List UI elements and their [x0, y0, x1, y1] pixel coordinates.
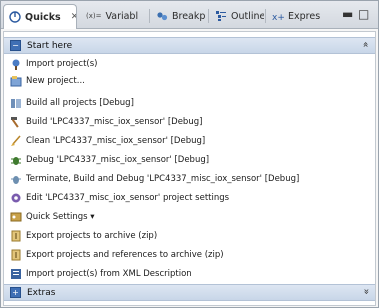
- item-label: New project...: [26, 75, 85, 86]
- item-label: Quick Settings ▾: [26, 211, 95, 222]
- build-all-link[interactable]: Build all projects [Debug]: [10, 95, 134, 110]
- minimize-icon[interactable]: ▬: [342, 7, 353, 21]
- tab-label: Variabl: [105, 10, 139, 22]
- export-icon: [10, 230, 22, 242]
- tab-outline[interactable]: Outline: [210, 4, 264, 28]
- item-label: Import project(s) from XML Description: [26, 268, 192, 279]
- quickstart-view: Quicks ✕ (x)= Variabl Breakp Outline x+ …: [0, 0, 379, 308]
- tab-breakpoints[interactable]: Breakp: [151, 4, 207, 28]
- item-label: Export projects and references to archiv…: [26, 249, 224, 260]
- tab-expressions[interactable]: x+ Expres: [267, 4, 327, 28]
- export-archive-link[interactable]: Export projects to archive (zip): [10, 228, 157, 243]
- tab-label: Outline: [231, 10, 264, 22]
- section-extras[interactable]: + Extras »: [4, 284, 375, 301]
- tab-variables[interactable]: (x)= Variabl: [81, 4, 147, 28]
- quickstart-icon: [9, 11, 21, 23]
- quickstart-panel: − Start here » Import project(s) New pro…: [3, 31, 376, 306]
- tab-label: Breakp: [172, 10, 206, 22]
- new-project-icon: [10, 75, 22, 87]
- section-start-here[interactable]: − Start here »: [4, 37, 375, 54]
- debug-project-link[interactable]: Debug 'LPC4337_misc_iox_sensor' [Debug]: [10, 152, 209, 167]
- quick-settings-link[interactable]: Quick Settings ▾: [10, 209, 95, 224]
- export-references-archive-link[interactable]: Export projects and references to archiv…: [10, 247, 224, 262]
- build-project-link[interactable]: Build 'LPC4337_misc_iox_sensor' [Debug]: [10, 114, 202, 129]
- view-tab-bar: Quicks ✕ (x)= Variabl Breakp Outline x+ …: [1, 1, 378, 29]
- bug-icon: [10, 154, 22, 166]
- item-label: Export projects to archive (zip): [26, 230, 158, 241]
- tab-label: Expres: [288, 10, 321, 22]
- variables-icon: (x)=: [86, 12, 102, 20]
- section-title: Extras: [27, 287, 56, 298]
- build-all-icon: [10, 97, 22, 109]
- item-label: Import project(s): [26, 58, 98, 69]
- double-chevron-up-icon[interactable]: »: [360, 41, 371, 47]
- import-icon: [10, 58, 22, 70]
- import-xml-icon: [10, 268, 22, 280]
- item-label: Terminate, Build and Debug 'LPC4337_misc…: [26, 173, 300, 184]
- hammer-icon: [10, 116, 22, 128]
- tab-label: Quicks: [25, 11, 61, 23]
- broom-icon: [10, 134, 22, 147]
- tab-quickstart[interactable]: Quicks ✕: [3, 4, 77, 29]
- new-project-link[interactable]: New project...: [10, 73, 85, 88]
- item-label: Edit 'LPC4337_misc_iox_sensor' project s…: [26, 192, 230, 203]
- maximize-icon[interactable]: □: [358, 7, 369, 21]
- import-projects-link[interactable]: Import project(s): [10, 56, 97, 71]
- close-tab-icon[interactable]: ✕: [71, 12, 76, 22]
- breakpoints-icon: [156, 10, 168, 22]
- expand-icon[interactable]: +: [10, 287, 21, 298]
- item-label: Debug 'LPC4337_misc_iox_sensor' [Debug]: [26, 154, 210, 165]
- svg-text:x+: x+: [272, 13, 284, 22]
- expressions-icon: x+: [272, 10, 284, 22]
- collapse-icon[interactable]: −: [10, 40, 21, 51]
- terminate-build-debug-link[interactable]: Terminate, Build and Debug 'LPC4337_misc…: [10, 171, 299, 186]
- item-label: Build 'LPC4337_misc_iox_sensor' [Debug]: [26, 116, 203, 127]
- terminate-debug-icon: [10, 173, 22, 185]
- quick-settings-icon: [10, 211, 22, 223]
- export-refs-icon: [10, 249, 22, 261]
- section-title: Start here: [27, 40, 73, 51]
- outline-icon: [215, 10, 227, 22]
- item-label: Clean 'LPC4337_misc_iox_sensor' [Debug]: [26, 135, 206, 146]
- clean-project-link[interactable]: Clean 'LPC4337_misc_iox_sensor' [Debug]: [10, 133, 205, 148]
- settings-icon: [10, 192, 22, 204]
- double-chevron-down-icon[interactable]: »: [360, 288, 371, 294]
- edit-project-settings-link[interactable]: Edit 'LPC4337_misc_iox_sensor' project s…: [10, 190, 229, 205]
- item-label: Build all projects [Debug]: [26, 97, 134, 108]
- import-xml-link[interactable]: Import project(s) from XML Description: [10, 266, 192, 281]
